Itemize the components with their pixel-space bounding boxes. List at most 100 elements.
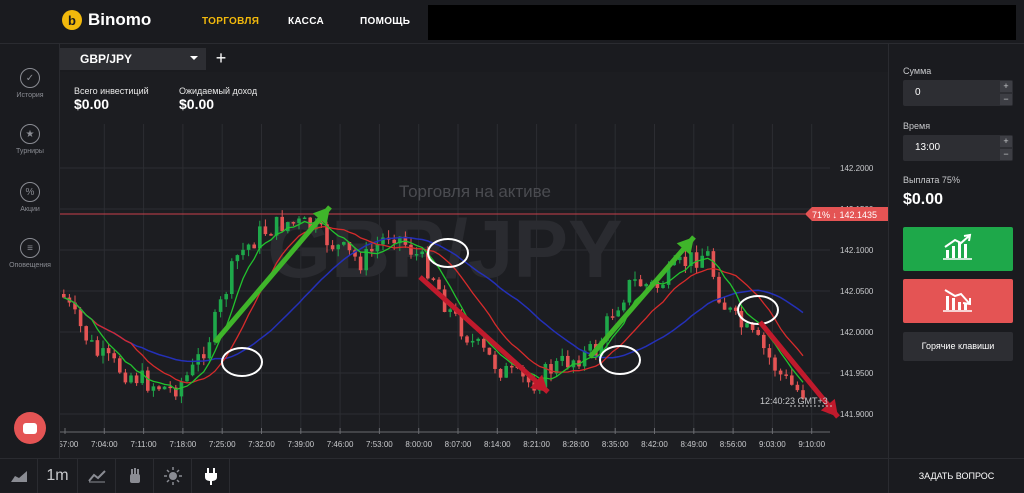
candle xyxy=(756,329,760,335)
candle xyxy=(162,386,167,390)
amount-increment-button[interactable]: + xyxy=(1000,81,1012,92)
candle xyxy=(269,234,273,236)
candle xyxy=(112,353,116,359)
time-field[interactable]: 13:00 + − xyxy=(903,135,1013,161)
candle xyxy=(78,309,83,327)
sidebar-item-history[interactable]: ✓ История xyxy=(0,68,60,99)
x-tick-label: 7:46:00 xyxy=(327,440,354,449)
price-chart[interactable]: GBP/JPY Торговля на активе 142.2000142.1… xyxy=(52,72,888,458)
sidebar-item-label: Оповещения xyxy=(9,262,51,269)
candle xyxy=(588,344,592,351)
candle xyxy=(146,370,150,391)
income-label: Ожидаемый доход xyxy=(179,86,258,96)
candle xyxy=(706,251,710,256)
candle xyxy=(101,348,105,356)
candle xyxy=(235,255,240,262)
candle xyxy=(409,244,413,255)
nav-trade[interactable]: ТОРГОВЛЯ xyxy=(202,16,259,27)
candle xyxy=(123,372,128,383)
time-increment-button[interactable]: + xyxy=(1000,136,1012,147)
candle xyxy=(297,218,301,224)
candle xyxy=(762,334,766,349)
candle xyxy=(795,384,800,391)
candle xyxy=(437,279,441,290)
payout-label: Выплата 75% xyxy=(903,175,960,185)
asset-tab-gbpjpy[interactable]: GBP/JPY xyxy=(60,48,206,70)
chart-clock: 12:40:23 GMT+3 xyxy=(760,396,828,406)
candle xyxy=(470,340,475,343)
candle xyxy=(230,261,234,295)
indicators-button[interactable] xyxy=(78,459,116,493)
sidebar-item-label: Акции xyxy=(20,206,40,213)
drawing-tools-button[interactable] xyxy=(116,459,154,493)
hotkeys-button[interactable]: Горячие клавиши xyxy=(903,332,1013,361)
candle xyxy=(414,254,419,256)
time-decrement-button[interactable]: − xyxy=(1000,149,1012,160)
y-tick-label: 142.0000 xyxy=(840,328,874,337)
theme-button[interactable] xyxy=(154,459,192,493)
x-tick-label: 7:11:00 xyxy=(131,440,158,449)
timeframe-button[interactable]: 1m xyxy=(38,459,78,493)
sidebar-item-tournaments[interactable]: ★ Турниры xyxy=(0,124,60,155)
y-axis: 142.2000142.1500142.1000142.0500142.0000… xyxy=(840,164,874,419)
candle xyxy=(465,336,469,343)
candle xyxy=(95,340,100,356)
candle xyxy=(375,244,380,252)
candle xyxy=(258,226,262,249)
x-tick-label: 9:10:00 xyxy=(798,440,825,449)
amount-value: 0 xyxy=(915,87,921,98)
connection-button[interactable] xyxy=(192,459,230,493)
sidebar-item-promotions[interactable]: % Акции xyxy=(0,182,60,213)
amount-field[interactable]: 0 + − xyxy=(903,80,1013,106)
candle xyxy=(392,239,396,244)
ask-question-button[interactable]: ЗАДАТЬ ВОПРОС xyxy=(888,459,1024,493)
x-tick-label: 7:04:00 xyxy=(91,440,118,449)
logo[interactable]: b Binomo xyxy=(62,10,151,30)
x-tick-label: 8:07:00 xyxy=(445,440,472,449)
investments-label: Всего инвестиций xyxy=(74,86,149,96)
chevron-down-icon[interactable] xyxy=(190,56,198,60)
nav-help[interactable]: ПОМОЩЬ xyxy=(360,16,410,27)
candle xyxy=(549,364,553,374)
candle xyxy=(302,217,307,220)
amount-label: Сумма xyxy=(903,66,932,76)
trade-panel: Сумма 0 + − Время 13:00 + − Выплата 75% … xyxy=(888,44,1024,458)
x-tick-label: 8:14:00 xyxy=(484,440,511,449)
candle xyxy=(510,365,514,368)
candle xyxy=(134,375,139,384)
call-up-button[interactable] xyxy=(903,227,1013,271)
candle xyxy=(263,226,268,235)
candle xyxy=(252,244,256,249)
x-tick-label: 8:28:00 xyxy=(563,440,590,449)
chart-area[interactable]: GBP/JPY Торговля на активе 142.2000 142.1… xyxy=(52,72,888,458)
candle xyxy=(487,347,492,355)
sidebar-item-notifications[interactable]: ≡ Оповещения xyxy=(0,238,60,269)
x-tick-label: 8:56:00 xyxy=(720,440,747,449)
price-tag: 71% ↓ 142.1435 xyxy=(805,207,888,221)
candle xyxy=(745,323,749,328)
chat-button[interactable] xyxy=(14,412,46,444)
sidebar-item-label: История xyxy=(16,92,44,99)
asset-tab-label: GBP/JPY xyxy=(80,52,133,66)
y-tick-label: 142.1000 xyxy=(840,246,874,255)
x-tick-label: 7:53:00 xyxy=(366,440,393,449)
y-tick-label: 142.0500 xyxy=(840,287,874,296)
amount-decrement-button[interactable]: − xyxy=(1000,94,1012,105)
candle xyxy=(767,348,772,358)
candle xyxy=(493,354,497,369)
candle xyxy=(504,365,508,378)
chart-type-button[interactable] xyxy=(0,459,38,493)
candle xyxy=(274,216,279,236)
chat-icon xyxy=(23,422,37,434)
trend-down-icon xyxy=(943,289,972,312)
candle xyxy=(286,222,290,232)
logo-text: Binomo xyxy=(88,10,152,29)
price-tag-text: 71% ↓ 142.1435 xyxy=(812,210,877,220)
hotkeys-label: Горячие клавиши xyxy=(921,341,995,351)
nav-cashier[interactable]: КАССА xyxy=(288,16,324,27)
add-tab-button[interactable]: + xyxy=(210,48,232,70)
candle xyxy=(246,244,251,250)
put-down-button[interactable] xyxy=(903,279,1013,323)
plug-icon xyxy=(204,468,217,485)
candle xyxy=(476,338,480,341)
